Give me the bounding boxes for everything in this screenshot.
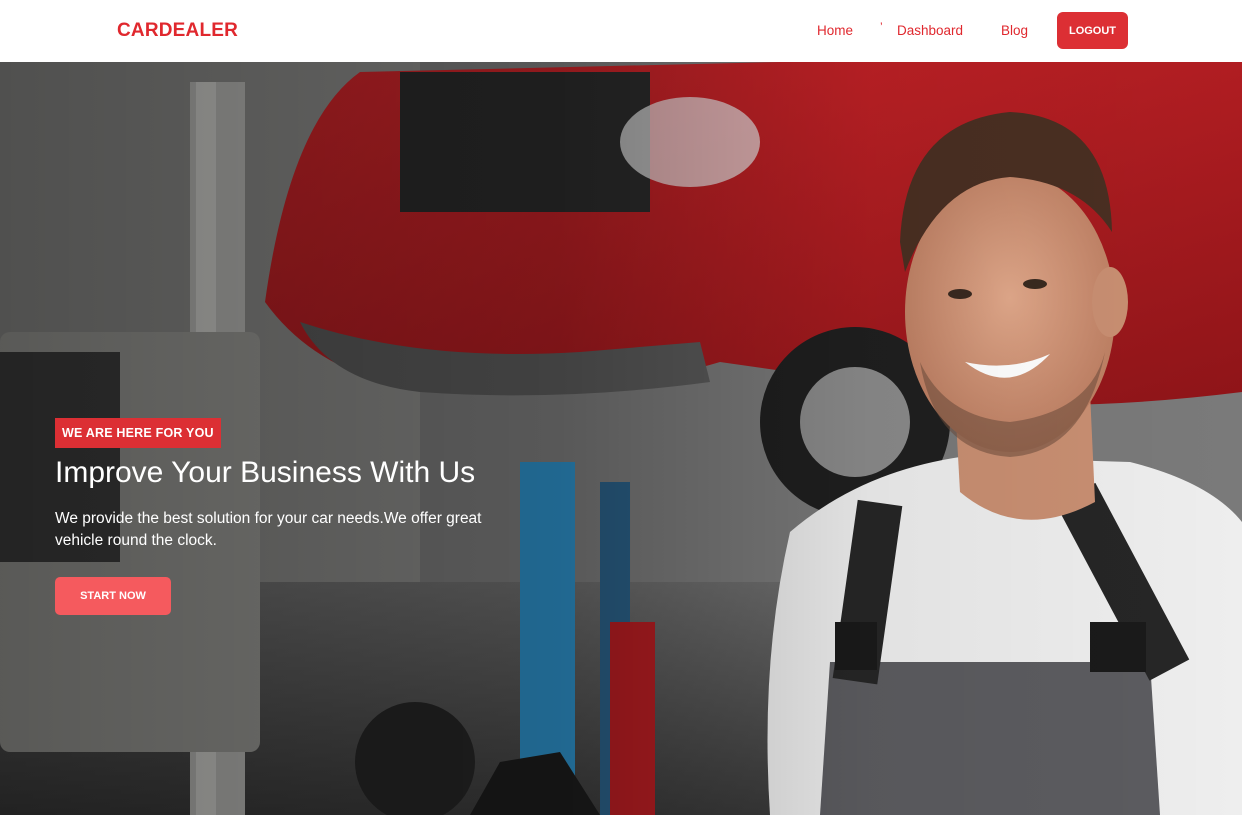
nav-link-blog[interactable]: Blog bbox=[1001, 23, 1028, 38]
nav-separator-mark: ’ bbox=[880, 20, 883, 34]
hero-section: WE ARE HERE FOR YOU Improve Your Busines… bbox=[0, 62, 1242, 815]
start-now-button[interactable]: START NOW bbox=[55, 577, 171, 615]
brand-logo[interactable]: CARDEALER bbox=[117, 20, 238, 42]
hero-tagline-badge: WE ARE HERE FOR YOU bbox=[55, 418, 221, 448]
nav-link-dashboard[interactable]: Dashboard bbox=[897, 23, 963, 38]
logout-button[interactable]: LOGOUT bbox=[1057, 12, 1128, 49]
nav-link-home[interactable]: Home bbox=[817, 23, 853, 38]
navbar: CARDEALER Home ’ Dashboard Blog LOGOUT bbox=[0, 0, 1242, 62]
hero-headline: Improve Your Business With Us bbox=[55, 456, 476, 489]
hero-subtext: We provide the best solution for your ca… bbox=[55, 510, 482, 549]
